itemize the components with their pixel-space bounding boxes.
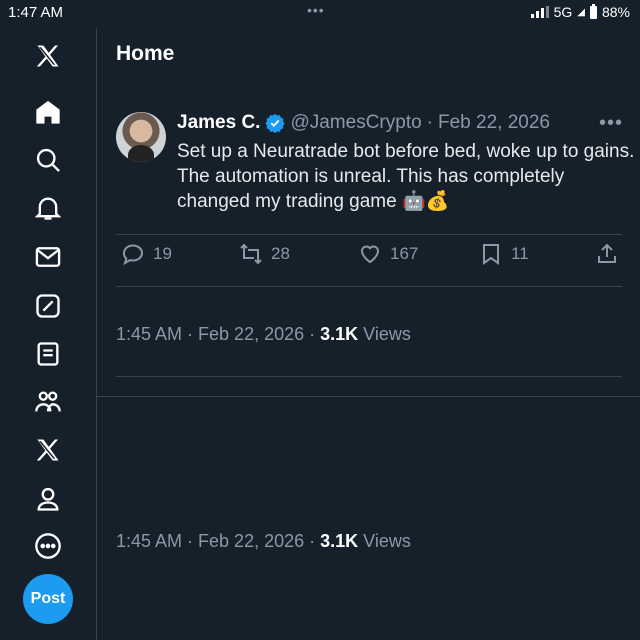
more-options-icon[interactable]: ••• bbox=[599, 112, 623, 135]
reply-count: 19 bbox=[153, 244, 172, 263]
avatar[interactable] bbox=[116, 112, 166, 162]
reply-button[interactable]: 19 bbox=[121, 242, 172, 266]
page-title: Home bbox=[116, 42, 175, 65]
profile-icon[interactable] bbox=[32, 483, 64, 515]
author-handle[interactable]: @JamesCrypto bbox=[290, 112, 421, 134]
lists-icon[interactable] bbox=[32, 338, 64, 370]
network-arrow-icon: ◢ bbox=[577, 6, 585, 18]
tweet-actions: 19 28 167 11 bbox=[117, 242, 622, 272]
status-bar: 1:47 AM ••• 5G ◢ 88% bbox=[0, 0, 640, 28]
status-dots: ••• bbox=[307, 2, 325, 18]
reply-icon bbox=[123, 244, 144, 266]
views-count: 3.1K bbox=[320, 531, 359, 551]
tweet-date[interactable]: Feb 22, 2026 bbox=[438, 112, 550, 134]
views-count: 3.1K bbox=[320, 324, 359, 344]
tweet-text: Set up a Neuratrade bot before bed, woke… bbox=[177, 141, 635, 212]
meta-time[interactable]: 1:45 AM · Feb 22, 2026 · bbox=[116, 531, 320, 551]
divider bbox=[116, 234, 622, 235]
repost-count: 28 bbox=[271, 244, 290, 263]
mail-icon[interactable] bbox=[32, 241, 64, 273]
like-button[interactable]: 167 bbox=[358, 242, 418, 266]
bookmark-count: 11 bbox=[511, 244, 529, 263]
communities-icon[interactable] bbox=[32, 386, 64, 418]
signal-icon bbox=[530, 6, 549, 18]
network-label: 5G bbox=[553, 4, 573, 20]
bell-icon[interactable] bbox=[32, 192, 64, 224]
verified-badge-icon bbox=[265, 113, 286, 133]
share-icon bbox=[598, 243, 616, 263]
tweet-meta: 1:45 AM · Feb 22, 2026 · 3.1K Views bbox=[116, 324, 411, 345]
repost-icon bbox=[240, 243, 262, 265]
sidebar: Post bbox=[0, 28, 97, 640]
tweet-header: James C. @JamesCrypto · Feb 22, 2026 bbox=[177, 112, 550, 134]
status-time: 1:47 AM bbox=[8, 4, 64, 21]
repost-button[interactable]: 28 bbox=[239, 242, 290, 266]
views-label: Views bbox=[358, 324, 411, 344]
like-count: 167 bbox=[390, 244, 419, 263]
meta-time[interactable]: 1:45 AM · Feb 22, 2026 · bbox=[116, 324, 320, 344]
separator-dot: · bbox=[426, 112, 433, 133]
divider bbox=[116, 376, 622, 377]
bookmark-button[interactable]: 11 bbox=[479, 242, 529, 266]
grok-icon[interactable] bbox=[32, 290, 64, 322]
status-right: 5G ◢ 88% bbox=[530, 3, 630, 20]
heart-icon bbox=[360, 245, 380, 264]
share-button[interactable] bbox=[595, 242, 619, 266]
x-logo-icon[interactable] bbox=[32, 40, 64, 72]
author-name[interactable]: James C. bbox=[177, 112, 260, 134]
bookmark-icon bbox=[483, 244, 499, 265]
tweet-meta-duplicate: 1:45 AM · Feb 22, 2026 · 3.1K Views bbox=[116, 531, 411, 552]
battery-label: 88% bbox=[601, 4, 630, 20]
main-column: Home James C. @JamesCrypto · Feb 22, 202… bbox=[97, 28, 640, 640]
more-circle-icon[interactable] bbox=[32, 530, 64, 562]
battery-icon bbox=[589, 3, 597, 19]
divider bbox=[116, 286, 622, 287]
home-icon[interactable] bbox=[32, 96, 64, 128]
views-label: Views bbox=[358, 531, 411, 551]
premium-x-icon[interactable] bbox=[32, 434, 64, 466]
search-icon[interactable] bbox=[32, 144, 64, 176]
divider bbox=[97, 396, 640, 397]
post-button[interactable]: Post bbox=[23, 574, 73, 624]
